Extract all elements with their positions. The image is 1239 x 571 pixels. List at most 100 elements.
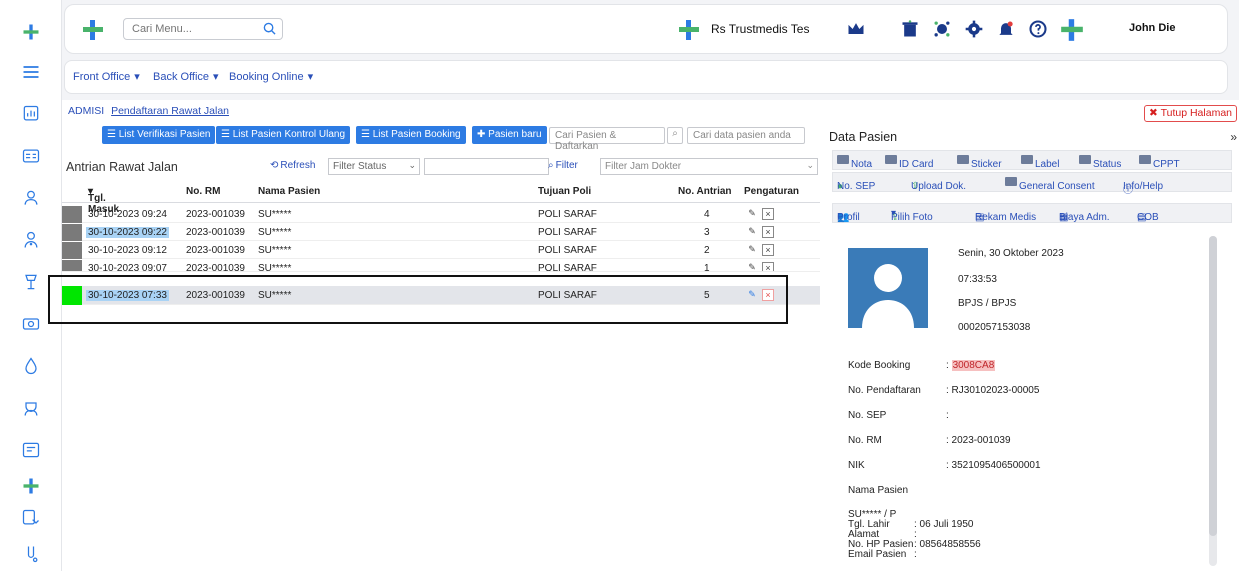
close-icon: ✖ (1149, 107, 1158, 119)
edit-icon[interactable]: ✎ (746, 262, 758, 271)
brand-logo-icon[interactable] (81, 18, 105, 42)
table-row[interactable]: 30-10-2023 09:22 2023-001039 SU***** POL… (62, 224, 820, 241)
button-label: Status (1093, 159, 1122, 170)
general-consent-button[interactable]: General Consent (1005, 177, 1095, 192)
help-icon[interactable] (1027, 18, 1049, 40)
status-flag (62, 260, 82, 271)
close-page-button[interactable]: ✖ Tutup Halaman (1144, 105, 1237, 122)
delete-icon[interactable]: × (762, 208, 774, 220)
refresh-button[interactable]: ⟲ Refresh (270, 160, 315, 171)
col-tgl-masuk[interactable]: Tgl. Masuk ▾ (88, 186, 119, 215)
nav-back-office[interactable]: Back Office ▾ (153, 70, 219, 84)
pilih-foto-button[interactable]: ⇪ Pilih Foto ▾ (891, 208, 933, 223)
visit-date: Senin, 30 Oktober 2023 (958, 248, 1064, 259)
bell-icon[interactable] (995, 18, 1017, 40)
menu-search-input[interactable] (124, 19, 254, 39)
table-row[interactable]: 30-10-2023 09:07 2023-001039 SU***** POL… (62, 260, 820, 272)
patient-icon[interactable] (19, 186, 43, 210)
edit-icon[interactable]: ✎ (746, 244, 758, 256)
nota-button[interactable]: Nota (837, 155, 872, 170)
label-button[interactable]: Label (1021, 155, 1059, 170)
add-patient-button[interactable]: ✚ Pasien baru (472, 126, 547, 144)
delete-icon[interactable]: × (762, 244, 774, 256)
nav-front-office[interactable]: Front Office ▾ (73, 70, 140, 84)
button-label: General Consent (1019, 181, 1095, 192)
panel-scrollbar-thumb[interactable] (1209, 236, 1217, 536)
search-patient-register-input[interactable]: Cari Pasien & Daftarkan (549, 127, 665, 152)
breadcrumb-page-link[interactable]: Pendaftaran Rawat Jalan (111, 105, 229, 117)
cell-tgl: 30-10-2023 09:07 (88, 263, 167, 272)
col-nama-pasien: Nama Pasien (258, 186, 321, 197)
cell-rm: 2023-001039 (186, 245, 245, 256)
doctor-icon[interactable] (19, 228, 43, 252)
user-name[interactable]: John Die (1129, 22, 1175, 34)
button-label: No. SEP (837, 181, 876, 192)
lab-icon[interactable] (19, 354, 43, 378)
delete-icon[interactable]: × (762, 226, 774, 238)
collapse-icon[interactable]: » (1230, 130, 1237, 144)
tgl-lahir: : 06 Juli 1950 (914, 519, 974, 530)
cell-tgl: 30-10-2023 09:24 (88, 209, 167, 220)
filter-jam-dokter-select[interactable]: Filter Jam Dokter ⌄ (600, 158, 818, 175)
chevron-down-icon: ▾ (134, 71, 140, 83)
filter-text-input[interactable] (424, 158, 549, 175)
touch-doc-icon[interactable] (19, 506, 43, 530)
id-card-button[interactable]: ID Card (885, 155, 933, 170)
dashboard-icon[interactable] (19, 102, 43, 126)
virus-icon[interactable] (931, 18, 953, 40)
list-booking-button[interactable]: ☰ List Pasien Booking (356, 126, 466, 144)
filter-status-value: Filter Status (333, 161, 387, 172)
cppt-button[interactable]: CPPT (1139, 155, 1180, 170)
table-row[interactable]: 30-10-2023 09:24 2023-001039 SU***** POL… (62, 206, 820, 223)
button-label: Sticker (971, 159, 1002, 170)
button-label: Biaya Adm. (1059, 212, 1110, 223)
col-no-rm: No. RM (186, 186, 221, 197)
cashier-icon[interactable] (19, 312, 43, 336)
search-icon[interactable] (263, 22, 276, 38)
status-button[interactable]: Status (1079, 155, 1121, 170)
search-icon: ⌕ (548, 160, 554, 171)
status-flag (62, 206, 82, 223)
edit-icon[interactable]: ✎ (746, 208, 758, 220)
trash-icon[interactable] (899, 18, 921, 40)
button-label: Nota (851, 159, 873, 170)
no-pendaftaran: : RJ30102023-00005 (946, 385, 1040, 396)
button-label: Pasien baru (488, 129, 542, 140)
search-patient-data-input[interactable]: Cari data pasien anda (687, 127, 805, 144)
field-label: No. SEP (848, 410, 887, 421)
cell-antrian: 3 (704, 227, 710, 238)
cell-nama: SU***** (258, 263, 292, 272)
crown-icon[interactable] (845, 18, 867, 40)
menu-search[interactable] (123, 18, 283, 40)
delete-icon[interactable]: × (762, 262, 774, 271)
gear-icon[interactable] (963, 18, 985, 40)
list-verifikasi-button[interactable]: ☰ List Verifikasi Pasien (102, 126, 216, 144)
hospital-logo-icon (677, 18, 701, 42)
panel-scrollbar[interactable] (1209, 236, 1217, 566)
menu-icon[interactable] (19, 60, 43, 84)
nav-booking-online[interactable]: Booking Online ▾ (229, 70, 313, 84)
cell-antrian: 4 (704, 209, 710, 220)
module-logo-icon[interactable] (19, 474, 43, 498)
button-label: Profil (837, 212, 860, 223)
field-label: No. Pendaftaran (848, 385, 921, 396)
search-icon[interactable]: ⌕ (667, 127, 683, 144)
equipment-icon[interactable] (19, 542, 43, 566)
pharmacy-icon[interactable] (19, 270, 43, 294)
registration-icon[interactable] (19, 144, 43, 168)
filter-button[interactable]: ⌕ Filter (548, 160, 578, 171)
filter-status-select[interactable]: Filter Status ⌄ (328, 158, 420, 175)
brand-logo-icon[interactable] (19, 20, 43, 44)
nurse-icon[interactable] (19, 396, 43, 420)
user-avatar-icon[interactable] (1059, 17, 1083, 41)
edit-icon[interactable]: ✎ (746, 226, 758, 238)
field-label: No. RM (848, 435, 882, 446)
email: : (914, 549, 917, 560)
panel-toolbar-3: 👥 Profil ⇪ Pilih Foto ▾ ▤ Rekam Medis ▦ … (832, 203, 1232, 223)
nav-label: Back Office (153, 70, 210, 83)
table-row[interactable]: 30-10-2023 09:12 2023-001039 SU***** POL… (62, 242, 820, 259)
report-icon[interactable] (19, 438, 43, 462)
sticker-button[interactable]: Sticker (957, 155, 1002, 170)
list-kontrol-ulang-button[interactable]: ☰ List Pasien Kontrol Ulang (216, 126, 351, 144)
field-label: Nama Pasien (848, 485, 909, 496)
